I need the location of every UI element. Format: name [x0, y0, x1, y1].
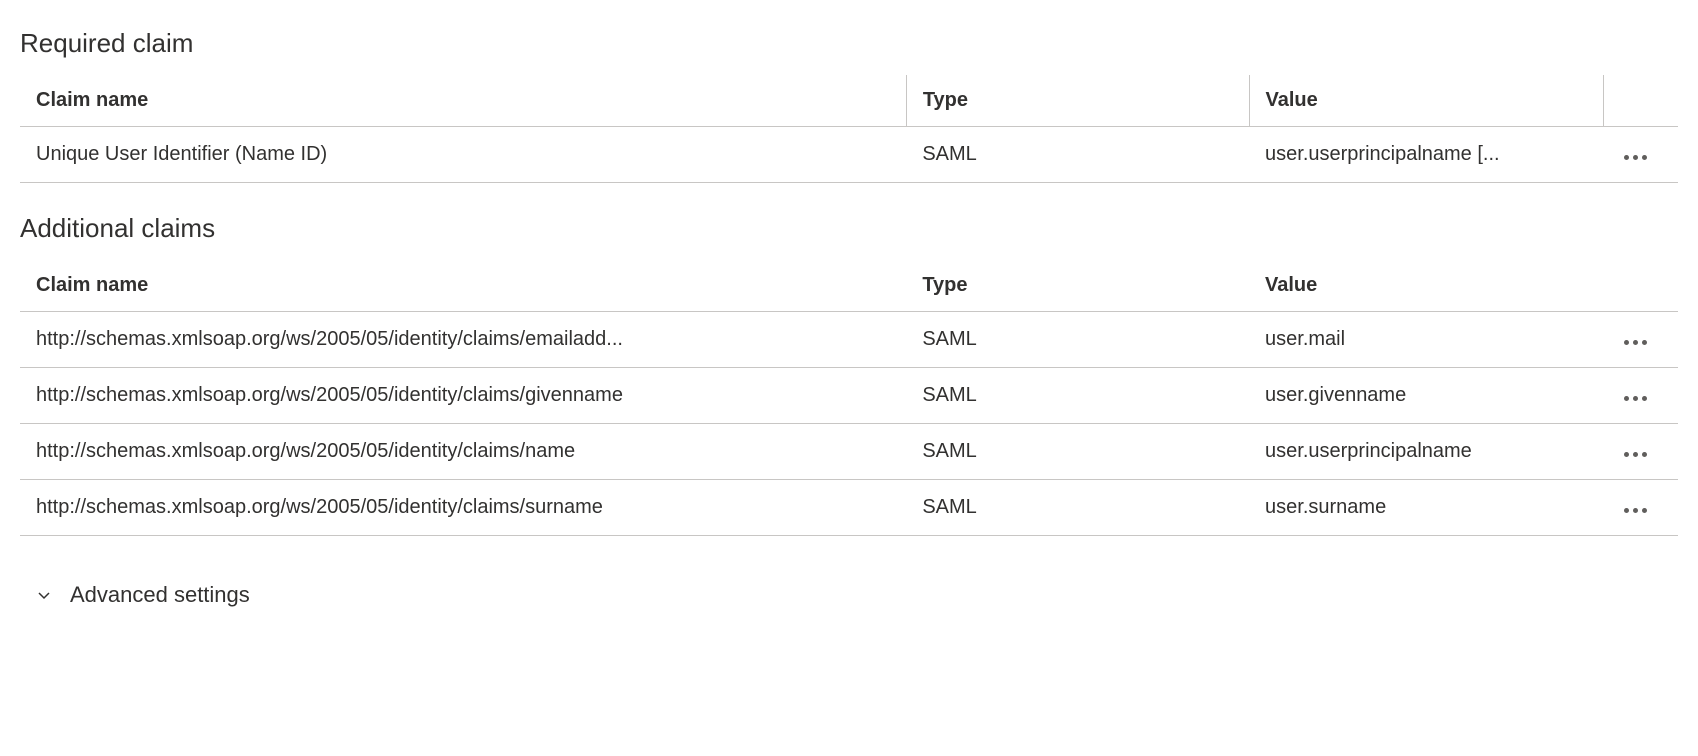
- claim-type-cell: SAML: [906, 312, 1249, 368]
- claim-value-cell: user.givenname: [1249, 368, 1604, 424]
- required-claims-table: Claim name Type Value Unique User Identi…: [20, 75, 1678, 183]
- more-actions-icon[interactable]: [1620, 392, 1651, 405]
- additional-claims-title: Additional claims: [20, 213, 1678, 244]
- claim-name-cell: http://schemas.xmlsoap.org/ws/2005/05/id…: [20, 312, 906, 368]
- claim-type-cell: SAML: [906, 127, 1249, 183]
- required-claim-title: Required claim: [20, 28, 1678, 59]
- additional-claims-table: Claim name Type Value http://schemas.xml…: [20, 260, 1678, 536]
- claim-value-cell: user.userprincipalname [...: [1249, 127, 1604, 183]
- more-actions-icon[interactable]: [1620, 151, 1651, 164]
- more-actions-icon[interactable]: [1620, 336, 1651, 349]
- table-row[interactable]: Unique User Identifier (Name ID) SAML us…: [20, 127, 1678, 183]
- more-actions-icon[interactable]: [1620, 504, 1651, 517]
- required-header-actions: [1604, 75, 1678, 127]
- claim-value-cell: user.mail: [1249, 312, 1604, 368]
- claim-name-cell: http://schemas.xmlsoap.org/ws/2005/05/id…: [20, 480, 906, 536]
- more-actions-icon[interactable]: [1620, 448, 1651, 461]
- advanced-settings-label: Advanced settings: [70, 582, 250, 608]
- claim-name-cell: http://schemas.xmlsoap.org/ws/2005/05/id…: [20, 424, 906, 480]
- table-row[interactable]: http://schemas.xmlsoap.org/ws/2005/05/id…: [20, 368, 1678, 424]
- advanced-settings-toggle[interactable]: Advanced settings: [20, 566, 1678, 624]
- table-row[interactable]: http://schemas.xmlsoap.org/ws/2005/05/id…: [20, 480, 1678, 536]
- claim-type-cell: SAML: [906, 424, 1249, 480]
- claim-type-cell: SAML: [906, 368, 1249, 424]
- required-header-name: Claim name: [20, 75, 906, 127]
- table-row[interactable]: http://schemas.xmlsoap.org/ws/2005/05/id…: [20, 312, 1678, 368]
- chevron-down-icon: [36, 587, 52, 603]
- claim-value-cell: user.userprincipalname: [1249, 424, 1604, 480]
- required-header-type: Type: [906, 75, 1249, 127]
- additional-header-name: Claim name: [20, 260, 906, 312]
- additional-header-actions: [1604, 260, 1678, 312]
- required-header-value: Value: [1249, 75, 1604, 127]
- additional-header-value: Value: [1249, 260, 1604, 312]
- claim-type-cell: SAML: [906, 480, 1249, 536]
- additional-header-type: Type: [906, 260, 1249, 312]
- table-row[interactable]: http://schemas.xmlsoap.org/ws/2005/05/id…: [20, 424, 1678, 480]
- claim-name-cell: http://schemas.xmlsoap.org/ws/2005/05/id…: [20, 368, 906, 424]
- claim-name-cell: Unique User Identifier (Name ID): [20, 127, 906, 183]
- claim-value-cell: user.surname: [1249, 480, 1604, 536]
